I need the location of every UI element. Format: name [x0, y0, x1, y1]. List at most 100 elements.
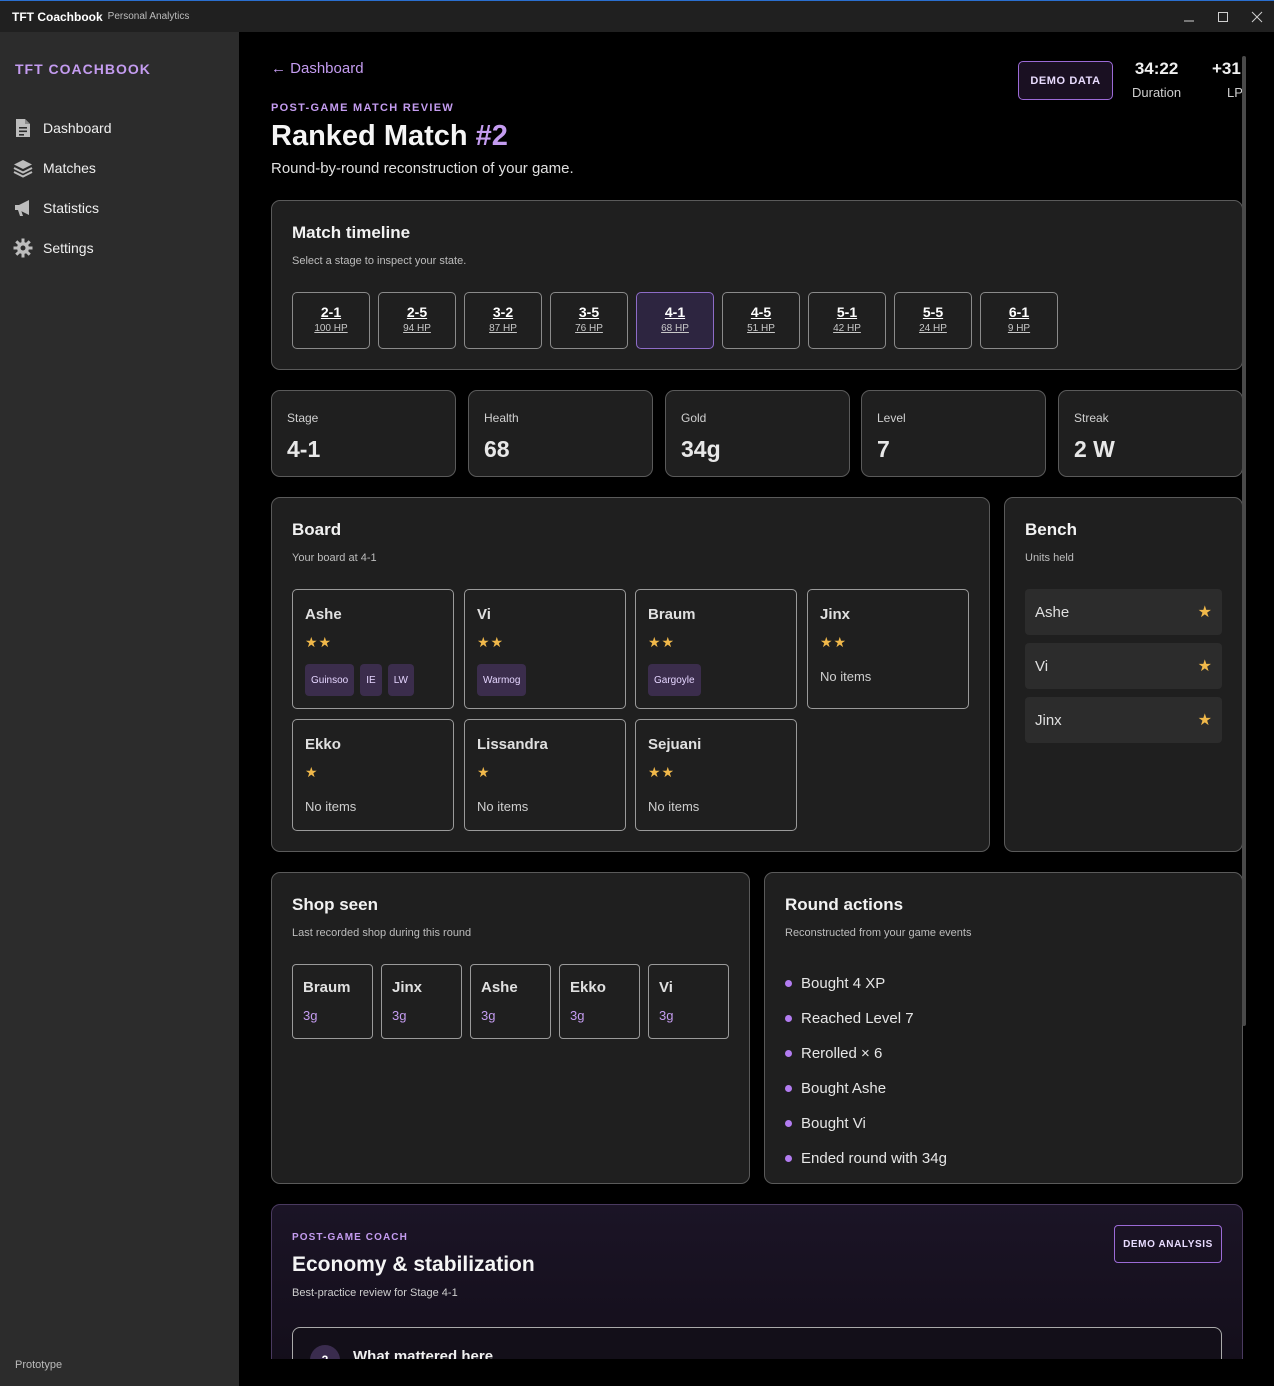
stat-card-health: Health 68 [468, 390, 653, 477]
shop-unit[interactable]: Vi 3g [648, 964, 729, 1039]
stat-label: Level [877, 411, 906, 425]
action-item: Ended round with 34g [785, 1141, 947, 1176]
sidebar-item-dashboard[interactable]: Dashboard [0, 108, 239, 148]
shop-unit-cost: 3g [570, 1008, 585, 1023]
stage-hp: 51 HP [747, 323, 775, 334]
bullet-icon [785, 980, 792, 987]
post-game-coach-card: POST-GAME COACH Economy & stabilization … [271, 1204, 1243, 1359]
item-chip: LW [387, 664, 414, 696]
actions-title: Round actions [785, 895, 904, 914]
star-icon: ★ [1197, 712, 1212, 729]
shop-unit[interactable]: Jinx 3g [381, 964, 462, 1039]
action-list: Bought 4 XP Reached Level 7 Rerolled × 6 Bo… [785, 966, 947, 1176]
shop-unit-cost: 3g [659, 1008, 674, 1023]
shop-unit-name: Ashe [481, 979, 518, 996]
action-item: Reached Level 7 [785, 1001, 947, 1036]
board-title: Board [292, 520, 342, 539]
sidebar-item-label: Matches [43, 160, 96, 176]
megaphone-icon [13, 198, 33, 218]
stat-card-level: Level 7 [861, 390, 1046, 477]
board-unit[interactable]: Ekko ★ No items [292, 719, 454, 831]
minimize-icon[interactable] [1172, 1, 1206, 32]
bench-unit-name: Vi [1035, 657, 1049, 675]
bench-unit[interactable]: Jinx ★ [1025, 697, 1222, 743]
unit-items: Guinsoo IE LW [305, 664, 414, 696]
bench-unit[interactable]: Vi ★ [1025, 643, 1222, 689]
page-title-main: Ranked Match [271, 120, 476, 152]
stage-label: 3-5 [578, 304, 600, 320]
unit-name: Ekko [305, 736, 341, 753]
sidebar-item-settings[interactable]: Settings [0, 228, 239, 268]
stage-button[interactable]: 5-5 24 HP [894, 292, 972, 349]
action-text: Bought 4 XP [801, 975, 886, 992]
stage-button[interactable]: 6-1 9 HP [980, 292, 1058, 349]
unit-name: Braum [648, 606, 696, 623]
sidebar-footer: Prototype [15, 1359, 63, 1371]
stat-card-streak: Streak 2 W [1058, 390, 1243, 477]
no-items-label: No items [820, 669, 872, 684]
bench-unit[interactable]: Ashe ★ [1025, 589, 1222, 635]
board-unit[interactable]: Ashe ★★ Guinsoo IE LW [292, 589, 454, 709]
stat-value: 7 [877, 436, 890, 462]
stage-button[interactable]: 3-5 76 HP [550, 292, 628, 349]
bottom-edge [239, 1359, 1274, 1386]
stat-label: Stage [287, 411, 319, 425]
shop-unit[interactable]: Braum 3g [292, 964, 373, 1039]
unit-name: Ashe [305, 606, 342, 623]
unit-stars: ★★ [305, 634, 333, 650]
shop-unit[interactable]: Ashe 3g [470, 964, 551, 1039]
stage-hp: 76 HP [575, 323, 603, 334]
bench-unit-name: Jinx [1035, 711, 1062, 729]
shop-unit-cost: 3g [481, 1008, 496, 1023]
main-scrollbar[interactable] [1242, 56, 1246, 1026]
unit-stars: ★ [305, 764, 319, 780]
unit-items: Gargoyle [648, 664, 701, 696]
stat-value: 4-1 [287, 436, 321, 462]
stage-label: 4-5 [750, 304, 772, 320]
page-title: Ranked Match #2 [271, 120, 508, 153]
coach-subtitle: Best-practice review for Stage 4-1 [292, 1287, 458, 1299]
shop-unit-name: Jinx [392, 979, 423, 996]
stage-button[interactable]: 2-5 94 HP [378, 292, 456, 349]
star-icon: ★ [1197, 604, 1212, 621]
sidebar-item-statistics[interactable]: Statistics [0, 188, 239, 228]
coach-section[interactable]: 2 What mattered here [292, 1327, 1222, 1359]
bullet-icon [785, 1120, 792, 1127]
board-unit[interactable]: Vi ★★ Warmog [464, 589, 626, 709]
bench-subtitle: Units held [1025, 552, 1074, 564]
shop-unit[interactable]: Ekko 3g [559, 964, 640, 1039]
window-controls [1172, 1, 1274, 32]
stage-hp: 42 HP [833, 323, 861, 334]
shop-unit-name: Vi [659, 979, 673, 996]
board-unit[interactable]: Sejuani ★★ No items [635, 719, 797, 831]
unit-stars: ★★ [820, 634, 848, 650]
timeline-subtitle: Select a stage to inspect your state. [292, 255, 467, 267]
stage-button[interactable]: 2-1 100 HP [292, 292, 370, 349]
bullet-icon [785, 1155, 792, 1162]
stage-hp: 24 HP [919, 323, 947, 334]
stat-label: Streak [1074, 411, 1109, 425]
stage-button[interactable]: 5-1 42 HP [808, 292, 886, 349]
maximize-icon[interactable] [1206, 1, 1240, 32]
board-unit[interactable]: Lissandra ★ No items [464, 719, 626, 831]
board-unit[interactable]: Braum ★★ Gargoyle [635, 589, 797, 709]
stat-card-stage: Stage 4-1 [271, 390, 456, 477]
sidebar-item-matches[interactable]: Matches [0, 148, 239, 188]
stage-label: 5-1 [836, 304, 858, 320]
unit-name: Jinx [820, 606, 851, 623]
stage-button-row: 2-1 100 HP 2-5 94 HP 3-2 87 HP 3-5 76 HP 4-1 68 H… [292, 292, 1058, 349]
stage-button[interactable]: 4-1 68 HP [636, 292, 714, 349]
back-to-dashboard-link[interactable]: ← Dashboard [271, 60, 364, 77]
demo-data-badge: DEMO DATA [1018, 61, 1113, 100]
item-chip: IE [360, 664, 382, 696]
board-unit[interactable]: Jinx ★★ No items [807, 589, 969, 709]
duration-label: Duration [1132, 85, 1182, 100]
stat-value: 2 W [1074, 436, 1115, 462]
layers-icon [13, 158, 33, 178]
bench-title: Bench [1025, 520, 1077, 539]
stage-button[interactable]: 4-5 51 HP [722, 292, 800, 349]
star-icon: ★ [1197, 658, 1212, 675]
stage-button[interactable]: 3-2 87 HP [464, 292, 542, 349]
close-icon[interactable] [1240, 1, 1274, 32]
shop-unit-cost: 3g [392, 1008, 407, 1023]
